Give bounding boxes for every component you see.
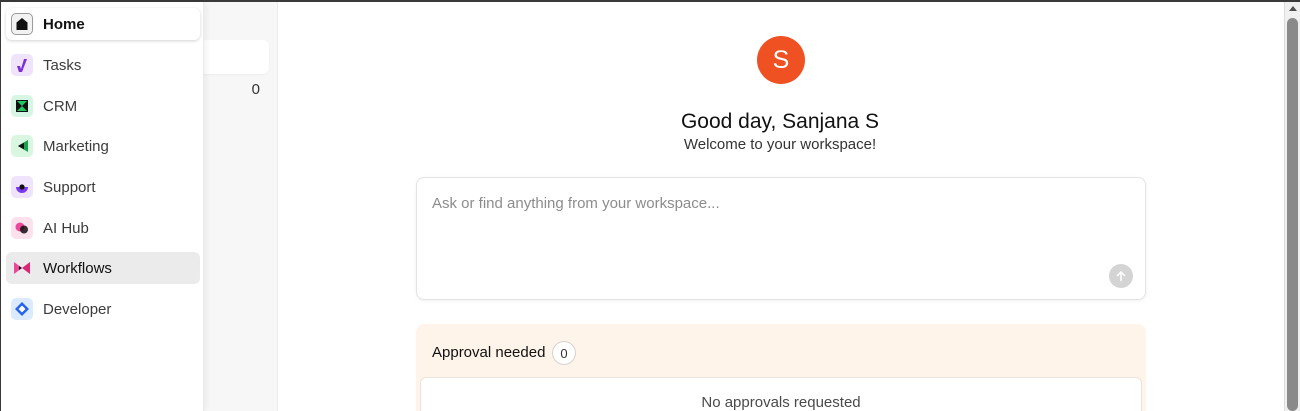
nav-item-tasks[interactable]: Tasks (6, 49, 200, 81)
workflows-icon (11, 257, 33, 279)
approval-title: Approval needed (432, 344, 546, 361)
tasks-icon (11, 54, 33, 76)
secondary-sidebar-card[interactable] (201, 40, 269, 74)
nav-item-label: CRM (43, 97, 78, 115)
nav-item-label: Marketing (43, 137, 109, 155)
ask-box (416, 177, 1146, 300)
nav-item-crm[interactable]: CRM (6, 90, 200, 122)
nav-item-label: Support (43, 178, 96, 196)
approval-count-badge: 0 (552, 341, 576, 365)
nav-item-label: Tasks (43, 56, 82, 74)
nav-item-label: Workflows (43, 259, 112, 277)
nav-item-ai-hub[interactable]: AI Hub (6, 212, 200, 244)
nav-item-label: AI Hub (43, 219, 89, 237)
arrow-up-icon (1116, 271, 1126, 282)
home-icon (11, 13, 33, 35)
greeting-title: Good day, Sanjana S (680, 110, 880, 133)
send-button[interactable] (1109, 264, 1133, 288)
ai-hub-icon (11, 217, 33, 239)
vertical-scrollbar[interactable] (1284, 2, 1300, 411)
marketing-icon (11, 135, 33, 157)
nav-item-home[interactable]: Home (6, 8, 200, 40)
nav-item-support[interactable]: Support (6, 171, 200, 203)
welcome-subtitle: Welcome to your workspace! (683, 136, 877, 153)
avatar[interactable]: S (757, 36, 805, 84)
nav-item-label: Home (43, 15, 85, 33)
scroll-up-arrow-icon[interactable] (1289, 6, 1297, 11)
developer-icon (11, 298, 33, 320)
nav-item-workflows[interactable]: Workflows (6, 252, 200, 284)
ask-input[interactable] (432, 192, 1112, 214)
approval-list: No approvals requested (420, 377, 1142, 411)
nav-item-marketing[interactable]: Marketing (6, 130, 200, 162)
nav-item-label: Developer (43, 300, 112, 318)
nav-item-developer[interactable]: Developer (6, 293, 200, 325)
approval-empty-text: No approvals requested (701, 394, 861, 411)
app-switcher-flyout: Home Tasks CRM Marketing Support AI Hub (1, 2, 204, 411)
approval-panel: Approval needed 0 No approvals requested (416, 324, 1146, 411)
scrollbar-thumb[interactable] (1287, 18, 1298, 411)
support-icon (11, 176, 33, 198)
secondary-sidebar-count: 0 (251, 81, 260, 98)
crm-icon (11, 95, 33, 117)
